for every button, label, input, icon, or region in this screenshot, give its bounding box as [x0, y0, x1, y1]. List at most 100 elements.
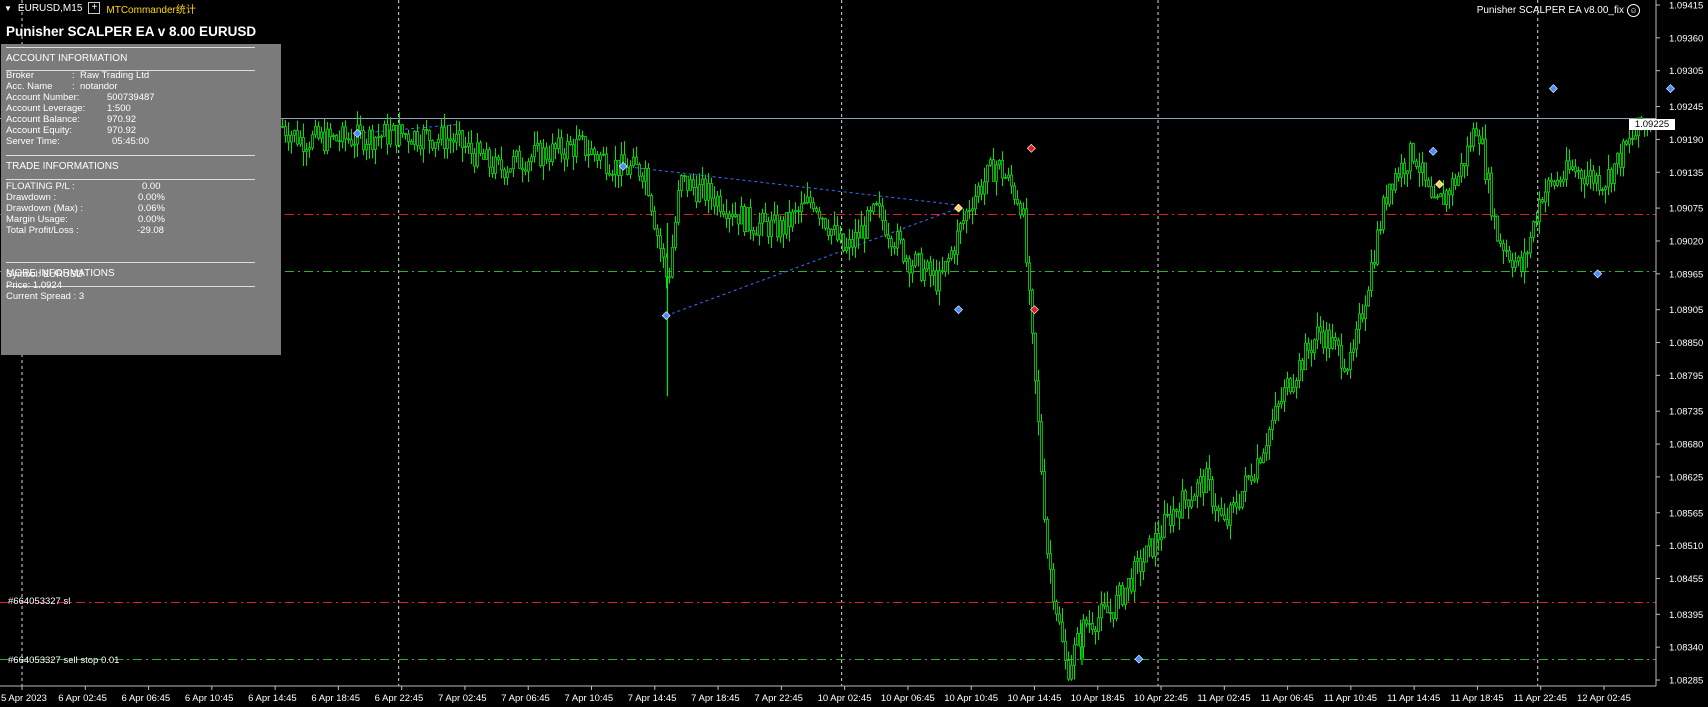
- candle-body: [491, 166, 494, 174]
- candle-body: [746, 207, 749, 233]
- candle-body: [284, 126, 287, 136]
- candle-body: [1361, 313, 1364, 320]
- candle-body: [599, 154, 602, 161]
- ea-name: Punisher SCALPER EA v8.00_fix: [1476, 5, 1624, 16]
- candle-body: [437, 138, 440, 144]
- candle-body: [695, 186, 698, 203]
- candle-body: [995, 164, 998, 182]
- candle-body: [731, 213, 734, 218]
- candle-body: [461, 130, 464, 148]
- time-tick-label: 10 Apr 18:45: [1071, 693, 1125, 704]
- candle-body: [764, 212, 767, 222]
- sell-stop-order-label: #664053327 sell stop 0.01: [8, 655, 120, 666]
- chevron-down-icon[interactable]: ▼: [4, 4, 12, 13]
- candle-body: [1562, 178, 1565, 183]
- candle-body: [875, 202, 878, 205]
- candle-body: [1217, 507, 1220, 512]
- candle-body: [422, 129, 425, 150]
- candle-body: [605, 153, 608, 174]
- account-row-value: notandor: [80, 81, 118, 92]
- ea-title: Punisher SCALPER EA v 8.00 EURUSD: [6, 24, 257, 39]
- candle-body: [1037, 380, 1040, 423]
- candle-body: [809, 196, 812, 204]
- candle-body: [749, 207, 752, 231]
- price-tick-label: 1.08905: [1669, 305, 1703, 316]
- candle-body: [956, 230, 959, 255]
- candle-body: [1370, 262, 1373, 292]
- candle-body: [1121, 584, 1124, 606]
- candle-body: [563, 153, 566, 160]
- candle-body: [755, 233, 758, 236]
- candle-body: [1091, 623, 1094, 631]
- price-tick-label: 1.08565: [1669, 508, 1703, 519]
- candle-body: [1340, 344, 1343, 369]
- candle-body: [353, 143, 356, 146]
- candle-body: [1433, 196, 1436, 199]
- candle-body: [581, 135, 584, 138]
- candle-body: [1547, 179, 1550, 193]
- account-row-value: 970.92: [107, 125, 137, 136]
- trade-row-label: Margin Usage:: [6, 214, 68, 225]
- sl-order-label: #664053327 sl: [8, 596, 71, 607]
- candle-body: [413, 131, 416, 145]
- candle-body: [350, 139, 353, 146]
- candle-body: [512, 156, 515, 170]
- price-tick-label: 1.09075: [1669, 204, 1703, 215]
- candle-body: [497, 156, 500, 161]
- candle-body: [1565, 160, 1568, 180]
- candle-body: [1583, 177, 1586, 185]
- candle-body: [866, 209, 869, 239]
- candle-body: [1460, 163, 1463, 177]
- candle-body: [1523, 252, 1526, 272]
- candle-body: [548, 158, 551, 162]
- candle-body: [1238, 506, 1241, 509]
- candle-body: [1250, 475, 1253, 482]
- candle-body: [1508, 250, 1511, 261]
- candle-body: [788, 212, 791, 228]
- candle-body: [1505, 250, 1508, 252]
- smiley-icon[interactable]: ☺: [1627, 4, 1640, 17]
- candle-body: [1385, 197, 1388, 205]
- candle-body: [1163, 514, 1166, 538]
- candle-body: [308, 147, 311, 150]
- candle-body: [842, 233, 845, 251]
- price-tick-label: 1.08680: [1669, 440, 1703, 451]
- candle-body: [923, 268, 926, 281]
- candle-body: [1307, 342, 1310, 351]
- candle-body: [1445, 190, 1448, 205]
- time-tick-label: 11 Apr 02:45: [1197, 693, 1250, 704]
- candle-body: [1391, 183, 1394, 191]
- candle-body: [1235, 502, 1238, 508]
- candle-body: [380, 135, 383, 138]
- candle-body: [941, 270, 944, 273]
- candle-body: [1526, 252, 1529, 255]
- add-indicator-button[interactable]: +: [88, 2, 101, 14]
- candle-body: [1007, 174, 1010, 179]
- candle-body: [1514, 260, 1517, 268]
- candle-body: [794, 210, 797, 213]
- candle-body: [1379, 229, 1382, 231]
- ea-status[interactable]: Punisher SCALPER EA v8.00_fix ☺: [1477, 4, 1640, 17]
- divider: [6, 155, 255, 156]
- candle-body: [1328, 329, 1331, 349]
- candle-body: [533, 145, 536, 158]
- candle-body: [1541, 199, 1544, 203]
- account-row-value: Raw Trading Ltd: [80, 70, 150, 81]
- candle-body: [515, 150, 518, 157]
- candle-body: [737, 214, 740, 225]
- candle-body: [1568, 160, 1571, 170]
- candle-body: [830, 229, 833, 236]
- time-tick-label: 6 Apr 06:45: [122, 693, 171, 704]
- trade-row-value: 0.06%: [138, 203, 165, 214]
- candle-body: [1430, 185, 1433, 198]
- time-tick-label: 7 Apr 22:45: [754, 693, 803, 704]
- candle-body: [1136, 558, 1139, 562]
- candle-body: [779, 220, 782, 238]
- candle-body: [419, 145, 422, 150]
- candle-body: [545, 147, 548, 160]
- candle-body: [863, 225, 866, 239]
- time-tick-label: 11 Apr 06:45: [1261, 693, 1314, 704]
- account-row-colon: :: [72, 81, 75, 92]
- candle-body: [389, 129, 392, 145]
- candle-body: [527, 161, 530, 172]
